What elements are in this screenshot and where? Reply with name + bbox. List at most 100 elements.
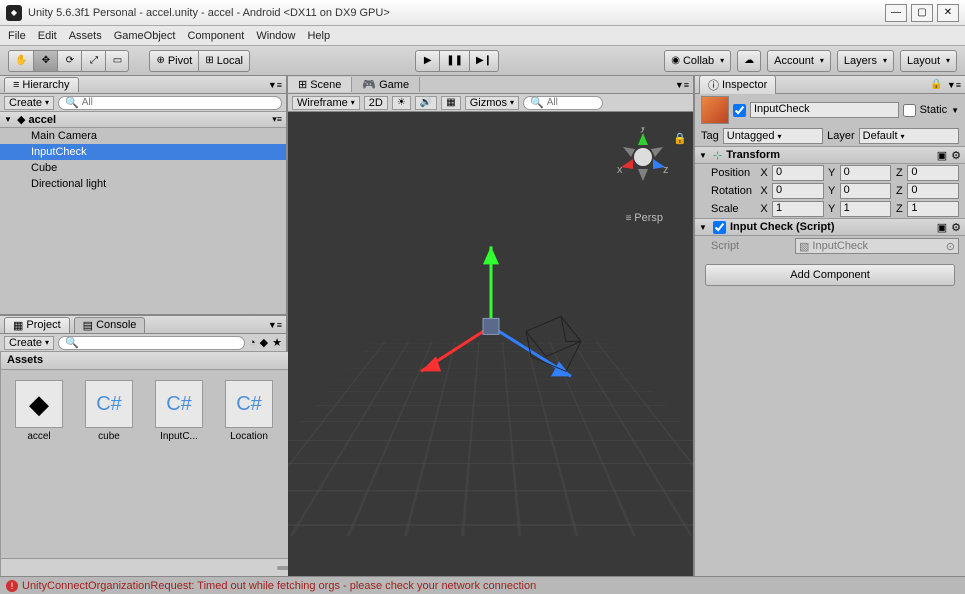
menu-help[interactable]: Help <box>307 30 330 42</box>
rotate-tool-button[interactable]: ⟳ <box>57 50 81 72</box>
scene-viewport[interactable]: ≡ Persp y x z 🔒 <box>288 112 693 576</box>
project-search-input[interactable] <box>82 337 238 348</box>
lighting-toggle[interactable]: ☀ <box>392 96 411 110</box>
object-name-input[interactable] <box>754 103 895 115</box>
pause-button[interactable]: ❚❚ <box>439 50 469 72</box>
fx-toggle[interactable]: ▦ <box>441 96 460 110</box>
project-search[interactable]: 🔍 <box>58 336 245 350</box>
step-button[interactable]: ▶❙ <box>469 50 499 72</box>
scale-x-input[interactable] <box>776 202 820 214</box>
project-tab[interactable]: ▦Project <box>4 317 70 333</box>
gizmos-dropdown[interactable]: Gizmos <box>465 96 519 110</box>
asset-item[interactable]: C#InputC... <box>151 380 207 442</box>
menu-assets[interactable]: Assets <box>69 30 102 42</box>
add-component-button[interactable]: Add Component <box>705 264 955 286</box>
hand-tool-button[interactable]: ✋ <box>8 50 33 72</box>
asset-item[interactable]: C#Location <box>221 380 277 442</box>
menu-edit[interactable]: Edit <box>38 30 57 42</box>
script-reference-field[interactable]: ▧ InputCheck ⊙ <box>795 238 959 254</box>
rotation-z-input[interactable] <box>911 184 955 196</box>
transform-component-header[interactable]: ▼ ⊹ Transform ▣ ⚙ <box>695 146 965 164</box>
hierarchy-search-input[interactable] <box>82 97 275 108</box>
active-checkbox[interactable] <box>733 104 746 117</box>
filter-type-icon[interactable]: ◆ <box>260 336 268 349</box>
cloud-button[interactable]: ☁ <box>737 50 761 72</box>
account-dropdown[interactable]: Account <box>767 50 831 72</box>
scene-search[interactable]: 🔍 <box>523 96 603 110</box>
object-picker-icon[interactable]: ⊙ <box>946 240 955 253</box>
menu-file[interactable]: File <box>8 30 26 42</box>
asset-item[interactable]: ◆accel <box>11 380 67 442</box>
move-tool-button[interactable]: ✥ <box>33 50 57 72</box>
hierarchy-header: ≡Hierarchy ▼≡ <box>0 76 286 94</box>
position-y-input[interactable] <box>844 166 888 178</box>
minimize-button[interactable]: — <box>885 4 907 22</box>
static-dropdown-icon[interactable]: ▼ <box>951 106 959 115</box>
scene-row[interactable]: ▼ ◆ accel ▾≡ <box>0 112 286 128</box>
filter-icon[interactable]: ◔ <box>249 337 256 349</box>
hierarchy-item[interactable]: Cube <box>0 160 286 176</box>
layers-dropdown[interactable]: Layers <box>837 50 894 72</box>
rotation-y-input[interactable] <box>844 184 888 196</box>
layout-dropdown[interactable]: Layout <box>900 50 957 72</box>
maximize-button[interactable]: ▢ <box>911 4 933 22</box>
static-checkbox[interactable] <box>903 104 916 117</box>
rotation-x-input[interactable] <box>776 184 820 196</box>
console-tab[interactable]: ▤Console <box>74 317 146 333</box>
game-tab[interactable]: 🎮Game <box>352 77 420 92</box>
scene-menu-icon[interactable]: ▾≡ <box>272 114 282 125</box>
close-button[interactable]: ✕ <box>937 4 959 22</box>
layer-dropdown[interactable]: Default <box>859 128 959 144</box>
hierarchy-item[interactable]: Main Camera <box>0 128 286 144</box>
gear-icon[interactable]: ⚙ <box>951 221 961 234</box>
foldout-icon[interactable]: ▼ <box>699 223 709 232</box>
help-icon[interactable]: ▣ <box>937 221 947 234</box>
position-z-input[interactable] <box>911 166 955 178</box>
panel-menu-icon[interactable]: ▼≡ <box>268 80 282 90</box>
panel-menu-icon[interactable]: ▼≡ <box>268 320 282 330</box>
asset-item[interactable]: C#cube <box>81 380 137 442</box>
tag-dropdown[interactable]: Untagged <box>723 128 823 144</box>
local-toggle-button[interactable]: ⊞ Local <box>198 50 250 72</box>
mode-2d-toggle[interactable]: 2D <box>364 96 388 110</box>
help-icon[interactable]: ▣ <box>937 149 947 162</box>
scale-y-input[interactable] <box>844 202 888 214</box>
project-create-button[interactable]: Create <box>4 336 54 350</box>
menu-window[interactable]: Window <box>256 30 295 42</box>
hierarchy-item[interactable]: Directional light <box>0 176 286 192</box>
hierarchy-tab[interactable]: ≡Hierarchy <box>4 77 79 92</box>
scene-search-input[interactable] <box>547 97 679 108</box>
unity-logo-icon: ◆ <box>6 5 22 21</box>
scene-tab[interactable]: ⊞Scene <box>288 77 352 92</box>
orientation-gizmo[interactable]: y x z <box>613 127 673 187</box>
hierarchy-item[interactable]: InputCheck <box>0 144 286 160</box>
save-search-icon[interactable]: ★ <box>272 336 282 349</box>
gear-icon[interactable]: ⚙ <box>951 149 961 162</box>
foldout-icon[interactable]: ▼ <box>699 151 709 160</box>
lock-icon[interactable]: 🔒 <box>673 132 687 145</box>
pivot-toggle-button[interactable]: ⊕ Pivot <box>149 50 198 72</box>
transform-position-row: PositionXYZ <box>695 164 965 182</box>
panel-menu-icon[interactable]: ▼≡ <box>675 80 689 90</box>
menu-gameobject[interactable]: GameObject <box>114 30 176 42</box>
panel-menu-icon[interactable]: ▼≡ <box>947 80 961 90</box>
asset-cs-icon: C# <box>85 380 133 428</box>
shading-mode-dropdown[interactable]: Wireframe <box>292 96 360 110</box>
statusbar[interactable]: ! UnityConnectOrganizationRequest: Timed… <box>0 576 965 594</box>
collab-dropdown[interactable]: ◉ Collab <box>664 50 731 72</box>
hierarchy-search[interactable]: 🔍 <box>58 96 282 110</box>
component-enabled-checkbox[interactable] <box>713 221 726 234</box>
menu-component[interactable]: Component <box>187 30 244 42</box>
play-button[interactable]: ▶ <box>415 50 439 72</box>
scale-z-input[interactable] <box>911 202 955 214</box>
scale-tool-button[interactable]: ⤢ <box>81 50 105 72</box>
gizmo-translate[interactable] <box>361 216 621 436</box>
hierarchy-create-button[interactable]: Create <box>4 96 54 110</box>
lock-icon[interactable]: 🔒 <box>930 79 942 90</box>
inspector-tab[interactable]: ⓘInspector <box>699 75 776 94</box>
position-x-input[interactable] <box>776 166 820 178</box>
foldout-icon[interactable]: ▼ <box>4 115 14 124</box>
script-component-header[interactable]: ▼ Input Check (Script) ▣ ⚙ <box>695 218 965 236</box>
rect-tool-button[interactable]: ▭ <box>105 50 129 72</box>
audio-toggle[interactable]: 🔊 <box>415 96 437 110</box>
